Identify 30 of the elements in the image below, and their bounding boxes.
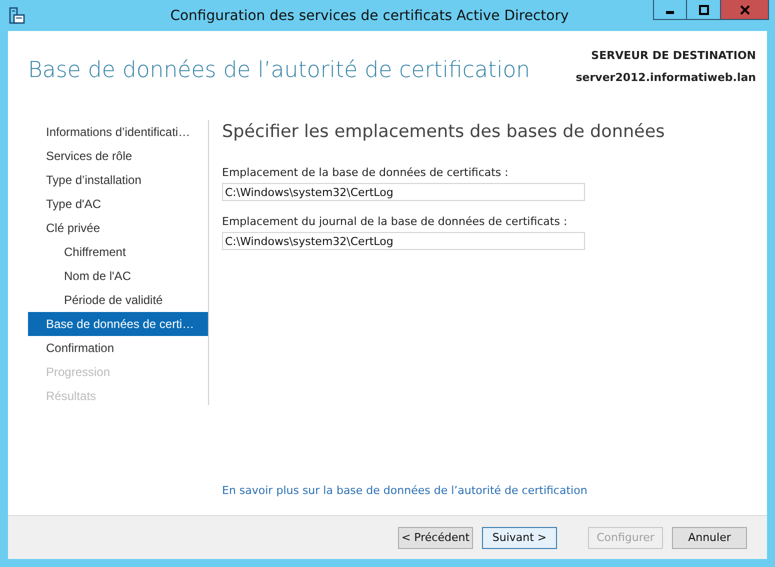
wizard-button[interactable]: Suivant > — [482, 526, 557, 548]
wizard-step[interactable]: Confirmation — [28, 336, 208, 360]
close-button[interactable] — [721, 0, 769, 20]
page-title: Base de données de l’autorité de certification — [28, 58, 530, 85]
field-label: Emplacement de la base de données de certificats : — [222, 166, 510, 179]
wizard-button[interactable]: < Précédent — [398, 526, 473, 548]
server-label: SERVEUR DE DESTINATION — [590, 49, 756, 62]
wizard-step[interactable]: Base de données de certi… — [28, 312, 208, 336]
field-label: Emplacement du journal de la base de données de certificats : — [222, 215, 568, 228]
minimize-icon — [666, 11, 674, 14]
minimize-button[interactable] — [653, 0, 687, 20]
maximize-button[interactable] — [687, 0, 721, 20]
server-name: server2012.informatiweb.lan — [576, 71, 756, 84]
path-field[interactable]: C:\Windows\system32\CertLog — [222, 232, 585, 250]
wizard-step[interactable]: Type d’installation — [28, 168, 208, 192]
close-icon — [740, 4, 750, 14]
learn-more-link[interactable]: En savoir plus sur la base de données de l’autorité de certification — [222, 484, 767, 497]
wizard-step[interactable]: Chiffrement — [28, 240, 208, 264]
wizard-step[interactable]: Informations d’identificati… — [28, 120, 208, 144]
wizard-step[interactable]: Clé privée — [28, 216, 208, 240]
wizard-button[interactable]: Annuler — [672, 526, 747, 548]
server-manager-icon — [8, 6, 26, 24]
wizard-step[interactable]: Période de validité — [28, 288, 208, 312]
section-heading: Spécifier les emplacements des bases de données — [222, 122, 666, 142]
wizard-step[interactable]: Type d'AC — [28, 192, 208, 216]
wizard-step[interactable]: Nom de l'AC — [28, 264, 208, 288]
window-title: Configuration des services de certificats Active Directory — [169, 8, 570, 24]
maximize-icon — [698, 4, 708, 14]
path-field[interactable]: C:\Windows\system32\CertLog — [222, 183, 585, 201]
wizard-step[interactable]: Services de rôle — [28, 144, 208, 168]
